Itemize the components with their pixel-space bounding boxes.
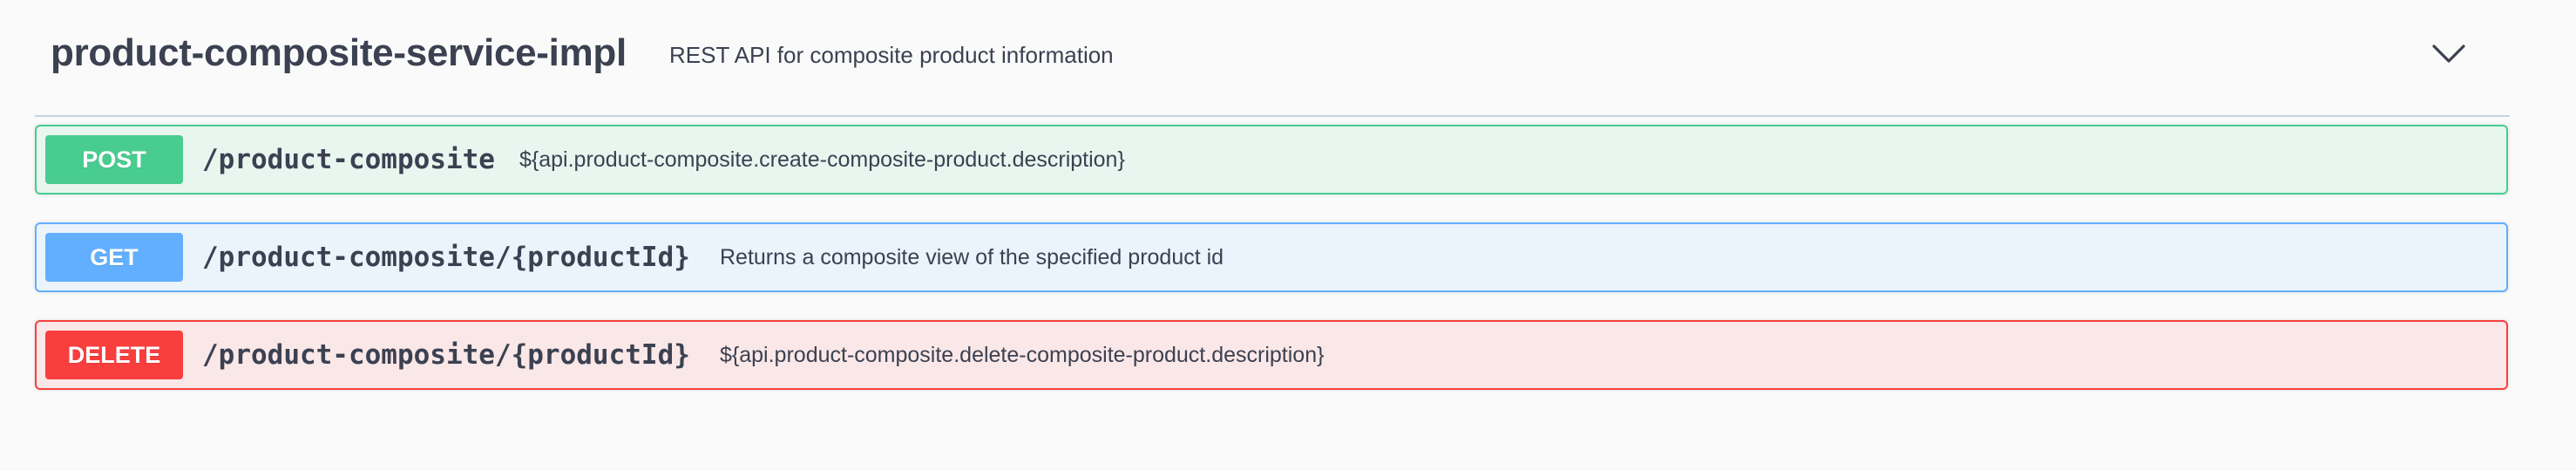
operation-summary: Returns a composite view of the specifie…	[720, 245, 1224, 270]
operation-get-product-composite[interactable]: GET /product-composite/{productId} Retur…	[35, 222, 2508, 292]
operation-summary: ${api.product-composite.create-composite…	[519, 147, 1125, 172]
tag-section: product-composite-service-impl REST API …	[35, 0, 2510, 117]
operation-path[interactable]: /product-composite/{productId}	[202, 242, 690, 273]
operation-path[interactable]: /product-composite/{productId}	[202, 339, 690, 371]
chevron-down-icon[interactable]	[2423, 31, 2475, 77]
tag-header[interactable]: product-composite-service-impl REST API …	[35, 0, 2510, 117]
operation-delete-product-composite[interactable]: DELETE /product-composite/{productId} ${…	[35, 320, 2508, 390]
operation-path[interactable]: /product-composite	[202, 144, 495, 175]
tag-title[interactable]: product-composite-service-impl	[51, 31, 627, 75]
method-badge-get: GET	[45, 233, 183, 282]
operation-summary: ${api.product-composite.delete-composite…	[720, 343, 1325, 367]
method-badge-post: POST	[45, 135, 183, 184]
tag-description: REST API for composite product informati…	[669, 42, 1114, 68]
operation-post-product-composite[interactable]: POST /product-composite ${api.product-co…	[35, 125, 2508, 195]
method-badge-delete: DELETE	[45, 331, 183, 379]
